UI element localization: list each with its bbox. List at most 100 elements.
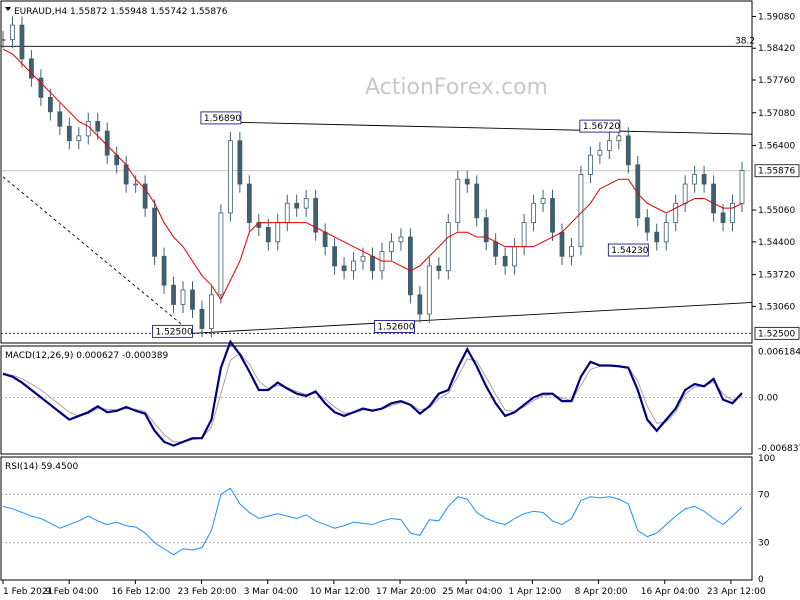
price-candle (237, 140, 243, 185)
price-annotation-label: 1.56890 (204, 114, 241, 124)
x-tick-label: 16 Apr 04:00 (641, 587, 700, 597)
price-candle (521, 222, 527, 248)
price-candle (332, 246, 338, 267)
price-candle (351, 260, 356, 272)
x-tick-label: 17 Mar 20:00 (376, 587, 436, 597)
price-candle (389, 241, 394, 252)
price-annotation-label: 1.52500 (155, 327, 192, 337)
price-candle (171, 284, 176, 305)
price-tick-label: 1.57760 (758, 76, 795, 86)
price-candle (455, 178, 461, 223)
x-tick-label: 3 Mar 04:00 (244, 587, 299, 597)
price-candle (180, 289, 186, 305)
price-candle (275, 222, 281, 243)
price-candle (663, 222, 669, 243)
price-candle (445, 222, 451, 272)
price-candle (464, 178, 470, 185)
price-candle (692, 174, 698, 185)
price-candle (426, 265, 432, 315)
price-candle (625, 135, 631, 166)
x-tick-label: 23 Feb 20:00 (178, 587, 237, 597)
price-candle (227, 140, 233, 214)
price-candle (606, 140, 612, 151)
price-candle (569, 246, 574, 257)
symbol-header: EURAUD,H4 1.55872 1.55948 1.55742 1.5587… (14, 7, 228, 17)
price-tick-label: 1.53060 (758, 302, 795, 312)
price-candle (85, 121, 91, 137)
support-label: 1.52500 (758, 329, 795, 339)
price-candle (673, 202, 679, 223)
price-candle (540, 198, 546, 204)
price-candle (360, 255, 366, 262)
x-tick-label: 8 Apr 20:00 (575, 587, 628, 597)
dropdown-triangle-icon[interactable] (5, 7, 11, 11)
price-candle (559, 231, 565, 257)
price-candle (284, 202, 290, 223)
price-candle (531, 202, 536, 223)
x-tick-label: 23 Apr 12:00 (707, 587, 766, 597)
x-tick-label: 25 Mar 04:00 (442, 587, 502, 597)
price-tick-label: 1.57080 (758, 109, 795, 119)
x-tick-label: 16 Feb 12:00 (111, 587, 170, 597)
price-candle (95, 121, 101, 132)
rsi-tick-label: 0 (758, 575, 764, 585)
price-candle (616, 135, 622, 142)
x-tick-label: 1 Apr 12:00 (508, 587, 561, 597)
price-candle (209, 294, 214, 329)
rsi-tick-label: 100 (758, 454, 775, 464)
current-price-label: 1.55876 (758, 167, 795, 177)
price-candle (47, 96, 53, 113)
price-candle (133, 183, 139, 186)
price-candle (76, 135, 82, 142)
price-candle (341, 265, 347, 272)
price-candle (190, 289, 195, 310)
price-candle (701, 174, 707, 185)
rsi-header: RSI(14) 59.4500 (5, 462, 78, 472)
macd-header: MACD(12,26,9) 0.000627 -0.000389 (5, 351, 168, 361)
price-annotation-label: 1.54230 (611, 246, 648, 256)
macd-tick-label: 0.006184 (758, 348, 800, 358)
price-candle (654, 231, 660, 243)
price-candle (265, 226, 271, 243)
price-candle (730, 202, 735, 223)
macd-panel-frame (0, 345, 753, 455)
price-candle (199, 308, 205, 329)
price-tick-label: 1.58420 (758, 44, 795, 54)
price-tick-label: 1.56400 (758, 142, 795, 152)
x-tick-label: 10 Mar 12:00 (310, 587, 370, 597)
price-candle (161, 255, 167, 286)
price-candle (303, 198, 309, 209)
rsi-panel-frame (0, 456, 753, 581)
price-candle (104, 130, 110, 156)
rsi-tick-label: 70 (758, 490, 770, 500)
price-candle (578, 174, 584, 248)
price-candle (0, 39, 6, 41)
price-candle (550, 198, 555, 233)
rsi-layer (1, 487, 752, 556)
watermark: ActionForex.com (365, 75, 548, 100)
euraud-chart: EURAUD,H4 1.55872 1.55948 1.55742 1.5587… (0, 0, 800, 597)
x-tick-label: 9 Feb 04:00 (45, 587, 99, 597)
trendline-0 (220, 121, 753, 135)
price-candle (417, 294, 423, 315)
price-candle (502, 255, 508, 267)
price-layer: 38.2 1.56890 1.52500 1.52600 1.56720 1.54230 (0, 16, 755, 338)
price-candle (711, 183, 716, 214)
price-candle (739, 170, 745, 204)
price-candle (512, 246, 518, 267)
price-tick-label: 1.54400 (758, 238, 795, 248)
price-annotation-label: 1.52600 (377, 323, 414, 333)
price-candle (19, 24, 25, 60)
price-candle (597, 149, 603, 156)
price-candle (493, 241, 499, 257)
price-candle (322, 231, 328, 248)
price-annotation-label: 1.56720 (583, 122, 620, 132)
price-candle (57, 111, 63, 127)
macd-tick-label: -0.006837 (758, 444, 800, 454)
price-candle (588, 154, 593, 175)
fib-level-label: 38.2 (735, 36, 755, 46)
price-tick-label: 1.59080 (758, 12, 795, 22)
price-candle (407, 236, 413, 296)
price-candle (10, 24, 15, 40)
price-candle (398, 236, 404, 243)
